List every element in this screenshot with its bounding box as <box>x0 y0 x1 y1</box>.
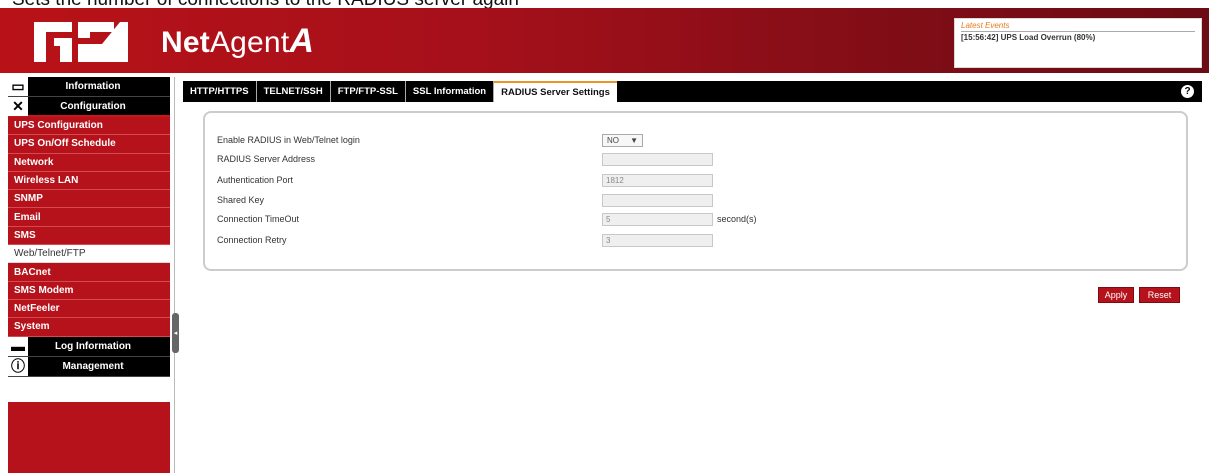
sidebar-item-ups-onoff-schedule[interactable]: UPS On/Off Schedule <box>8 135 170 154</box>
auth-port-input[interactable]: 1812 <box>602 173 713 187</box>
row-connection-timeout: Connection TimeOut 5 second(s) <box>217 212 757 226</box>
server-address-label: RADIUS Server Address <box>217 154 316 164</box>
tab-http-https[interactable]: HTTP/HTTPS <box>183 81 257 102</box>
sidebar-item-sms-modem[interactable]: SMS Modem <box>8 281 170 300</box>
sidebar-item-ups-configuration[interactable]: UPS Configuration <box>8 117 170 136</box>
sidebar-item-system[interactable]: System <box>8 318 170 337</box>
sidebar-item-bacnet[interactable]: BACnet <box>8 263 170 282</box>
latest-events-panel: Latest Events [15:56:42] UPS Load Overru… <box>954 18 1202 68</box>
row-connection-retry: Connection Retry 3 <box>217 233 713 247</box>
info-icon: ⓘ <box>8 356 28 376</box>
sidebar-item-snmp[interactable]: SNMP <box>8 190 170 209</box>
connection-timeout-label: Connection TimeOut <box>217 214 300 224</box>
monitor-icon: ▭ <box>8 77 28 96</box>
sidebar-item-web-telnet-ftp[interactable]: Web/Telnet/FTP <box>8 245 170 264</box>
latest-event-entry[interactable]: [15:56:42] UPS Load Overrun (80%) <box>961 33 1195 42</box>
tab-bar: HTTP/HTTPS TELNET/SSH FTP/FTP-SSL SSL In… <box>183 81 1202 102</box>
shared-key-label: Shared Key <box>217 195 265 205</box>
enable-radius-label: Enable RADIUS in Web/Telnet login <box>217 135 360 145</box>
connection-timeout-input[interactable]: 5 <box>602 212 713 226</box>
tab-ssl-information[interactable]: SSL Information <box>406 81 495 102</box>
tab-radius-server-settings[interactable]: RADIUS Server Settings <box>494 81 617 102</box>
app-header: NetAgentA Latest Events [15:56:42] UPS L… <box>0 8 1209 73</box>
sidebar-item-email[interactable]: Email <box>8 208 170 227</box>
shared-key-input[interactable] <box>602 193 713 207</box>
server-address-input[interactable] <box>602 152 713 166</box>
sidebar-item-sms[interactable]: SMS <box>8 226 170 246</box>
netagent-logo <box>34 22 128 62</box>
row-shared-key: Shared Key <box>217 193 713 207</box>
help-icon[interactable]: ? <box>1181 85 1194 98</box>
tab-telnet-ssh[interactable]: TELNET/SSH <box>257 81 331 102</box>
tools-icon: ✕ <box>8 96 28 116</box>
row-server-address: RADIUS Server Address <box>217 152 713 166</box>
reset-button[interactable]: Reset <box>1139 287 1180 303</box>
sidebar-section-management[interactable]: ⓘ Management <box>8 356 170 377</box>
sidebar-item-wireless-lan[interactable]: Wireless LAN <box>8 171 170 191</box>
tab-ftp-ftp-ssl[interactable]: FTP/FTP-SSL <box>331 81 406 102</box>
sidebar-section-information[interactable]: ▭ Information <box>8 77 170 97</box>
connection-retry-label: Connection Retry <box>217 235 287 245</box>
radius-settings-panel: Enable RADIUS in Web/Telnet login NO ▼ R… <box>203 111 1188 271</box>
sidebar-item-netfeeler[interactable]: NetFeeler <box>8 299 170 319</box>
sidebar-splitter <box>174 77 175 473</box>
enable-radius-select[interactable]: NO ▼ <box>602 133 643 147</box>
collapse-sidebar-handle[interactable]: ◂ <box>172 313 179 353</box>
sidebar-background <box>8 402 170 473</box>
latest-events-title: Latest Events <box>961 21 1195 32</box>
sidebar-section-log-information[interactable]: ▬ Log Information <box>8 336 170 357</box>
sidebar: ▭ Information ✕ Configuration UPS Config… <box>8 77 170 377</box>
row-auth-port: Authentication Port 1812 <box>217 173 713 187</box>
row-enable-radius: Enable RADIUS in Web/Telnet login NO ▼ <box>217 133 643 147</box>
connection-retry-input[interactable]: 3 <box>602 233 713 247</box>
chevron-down-icon: ▼ <box>630 135 638 145</box>
brand-name: NetAgentA <box>161 22 315 60</box>
auth-port-label: Authentication Port <box>217 175 294 185</box>
sidebar-item-network[interactable]: Network <box>8 153 170 172</box>
timeout-unit-label: second(s) <box>717 214 757 224</box>
sidebar-section-configuration[interactable]: ✕ Configuration <box>8 96 170 117</box>
apply-button[interactable]: Apply <box>1098 287 1134 303</box>
folder-icon: ▬ <box>8 336 28 356</box>
